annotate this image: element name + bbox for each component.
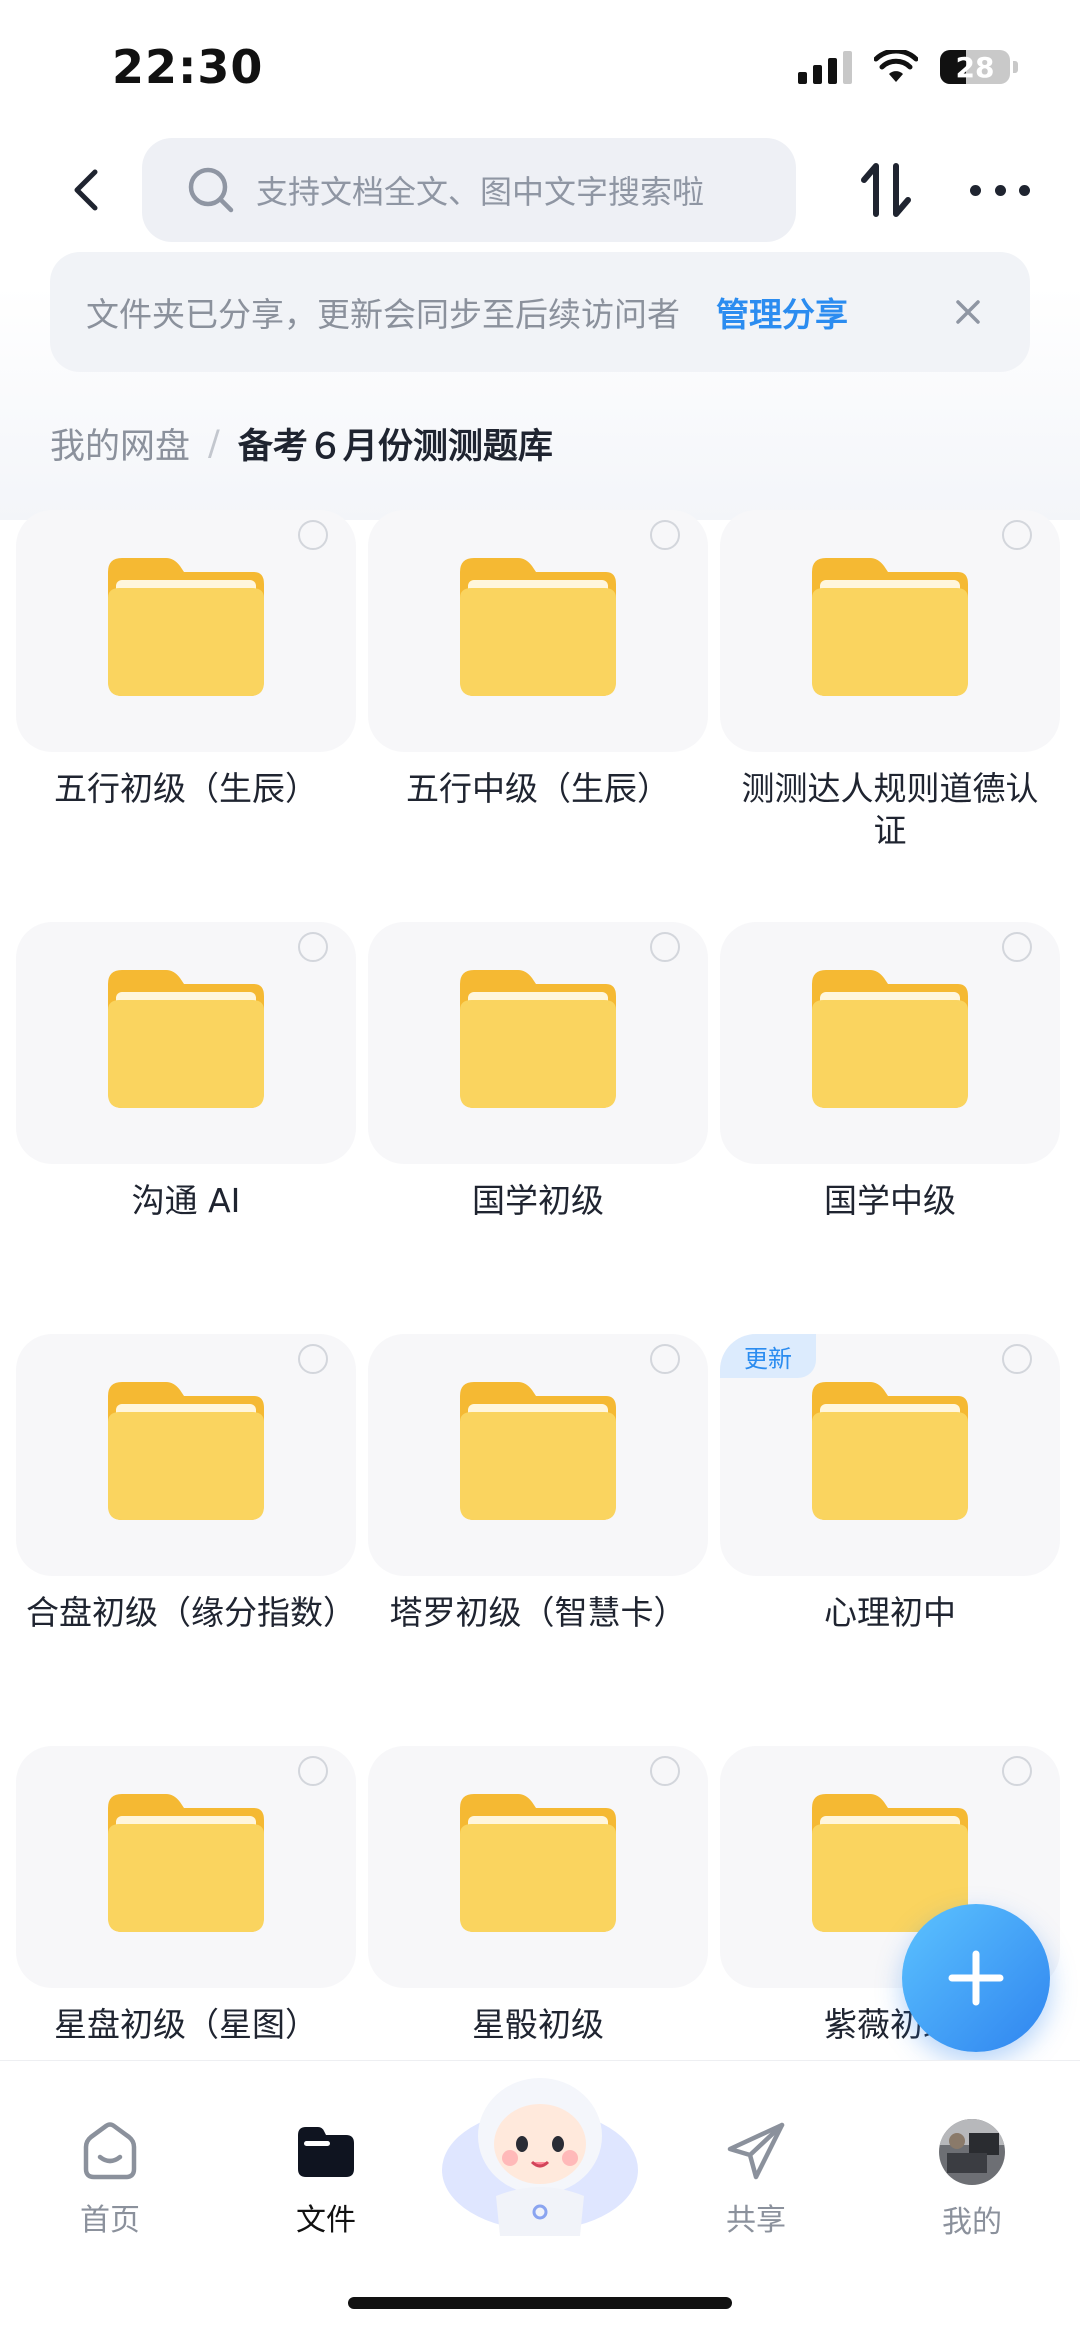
folder-name: 五行中级（生辰） [406, 769, 670, 808]
folder-card[interactable] [16, 510, 356, 752]
select-checkbox[interactable] [298, 1344, 328, 1374]
folder-icon [460, 1794, 616, 1932]
folder-name: 心理初中 [824, 1593, 956, 1632]
battery-level: 28 [955, 50, 995, 84]
select-checkbox[interactable] [650, 932, 680, 962]
folder-icon [460, 1382, 616, 1520]
add-button[interactable] [902, 1904, 1050, 2052]
folder-name: 塔罗初级（智慧卡） [389, 1593, 687, 1632]
folder-name: 沟通 AI [131, 1181, 241, 1220]
folder-item[interactable]: 国学中级 [720, 922, 1060, 1334]
folder-item[interactable]: 五行中级（生辰） [368, 510, 708, 922]
folder-card[interactable] [368, 1746, 708, 1988]
search-icon [188, 167, 234, 213]
folder-item[interactable]: 测测达人规则道德认证 [720, 510, 1060, 922]
select-checkbox[interactable] [1002, 1756, 1032, 1786]
folder-card[interactable] [368, 922, 708, 1164]
wifi-icon [874, 50, 918, 82]
breadcrumb-root[interactable]: 我的网盘 [50, 418, 190, 469]
folder-name: 星盘初级（星图） [54, 2005, 318, 2044]
share-banner-text: 文件夹已分享，更新会同步至后续访问者 [86, 295, 680, 334]
nav-files[interactable]: 文件 [256, 2119, 396, 2239]
nav-home-label: 首页 [80, 2203, 140, 2238]
select-checkbox[interactable] [298, 1756, 328, 1786]
paper-plane-icon [727, 2122, 785, 2180]
folder-icon [108, 970, 264, 1108]
folder-icon [298, 2127, 354, 2177]
nav-mine[interactable]: 我的 [902, 2119, 1042, 2241]
folder-card[interactable] [368, 1334, 708, 1576]
folder-icon [108, 1794, 264, 1932]
plus-icon [948, 1950, 1004, 2006]
breadcrumb-current: 备考６月份测测题库 [237, 427, 553, 467]
folder-card[interactable] [720, 922, 1060, 1164]
status-time: 22:30 [112, 40, 264, 94]
folder-icon [460, 558, 616, 696]
folder-card[interactable] [16, 1334, 356, 1576]
folder-icon [812, 970, 968, 1108]
manage-share-link[interactable]: 管理分享 [716, 288, 848, 336]
folder-name: 星骰初级 [472, 2005, 604, 2044]
signal-icon [798, 50, 852, 84]
nav-share-label: 共享 [726, 2203, 786, 2238]
close-icon[interactable] [946, 290, 990, 334]
breadcrumb-separator: / [208, 423, 220, 464]
folder-icon [108, 558, 264, 696]
home-icon [83, 2122, 137, 2180]
folder-item[interactable]: 更新 心理初中 [720, 1334, 1060, 1746]
folder-item[interactable]: 塔罗初级（智慧卡） [368, 1334, 708, 1746]
status-icons: 28 [798, 50, 1018, 84]
search-placeholder: 支持文档全文、图中文字搜索啦 [256, 173, 705, 211]
folder-icon [108, 1382, 264, 1520]
nav-mine-label: 我的 [942, 2205, 1002, 2240]
folder-name: 国学初级 [472, 1181, 604, 1220]
search-input[interactable]: 支持文档全文、图中文字搜索啦 [142, 138, 796, 242]
select-checkbox[interactable] [1002, 932, 1032, 962]
folder-name: 五行初级（生辰） [54, 769, 318, 808]
folder-item[interactable]: 国学初级 [368, 922, 708, 1334]
folder-name: 测测达人规则道德认证 [741, 769, 1039, 850]
folder-icon [460, 970, 616, 1108]
nav-share[interactable]: 共享 [686, 2119, 826, 2239]
folder-item[interactable]: 五行初级（生辰） [16, 510, 356, 922]
nav-home[interactable]: 首页 [40, 2119, 180, 2239]
folder-card[interactable] [16, 1746, 356, 1988]
folder-name: 国学中级 [824, 1181, 956, 1220]
folder-icon [812, 1382, 968, 1520]
folder-card[interactable] [368, 510, 708, 752]
share-banner: 文件夹已分享，更新会同步至后续访问者 管理分享 [50, 252, 1030, 372]
select-checkbox[interactable] [298, 520, 328, 550]
breadcrumb: 我的网盘 / 备考６月份测测题库 [50, 418, 553, 469]
battery-icon: 28 [940, 50, 1018, 84]
folder-card[interactable] [720, 510, 1060, 752]
folder-item[interactable]: 沟通 AI [16, 922, 356, 1334]
folder-card[interactable]: 更新 [720, 1334, 1060, 1576]
more-options-icon[interactable] [970, 170, 1030, 210]
chevron-left-icon [74, 169, 98, 211]
ai-assistant-mascot-icon[interactable] [440, 2066, 640, 2236]
avatar [939, 2119, 1005, 2185]
select-checkbox[interactable] [1002, 1344, 1032, 1374]
back-button[interactable] [56, 160, 116, 220]
home-indicator [348, 2297, 732, 2309]
folder-card[interactable] [16, 922, 356, 1164]
select-checkbox[interactable] [1002, 520, 1032, 550]
sort-icon[interactable] [856, 160, 916, 220]
select-checkbox[interactable] [298, 932, 328, 962]
update-badge: 更新 [720, 1334, 816, 1378]
folder-icon [812, 558, 968, 696]
folder-item[interactable]: 合盘初级（缘分指数） [16, 1334, 356, 1746]
select-checkbox[interactable] [650, 1756, 680, 1786]
nav-files-label: 文件 [296, 2203, 356, 2238]
select-checkbox[interactable] [650, 520, 680, 550]
folder-name: 合盘初级（缘分指数） [26, 1593, 356, 1632]
select-checkbox[interactable] [650, 1344, 680, 1374]
folder-grid: 五行初级（生辰） 五行中级（生辰） 测测达人规则道德认证 沟通 AI 国学初级 … [16, 510, 1070, 2158]
